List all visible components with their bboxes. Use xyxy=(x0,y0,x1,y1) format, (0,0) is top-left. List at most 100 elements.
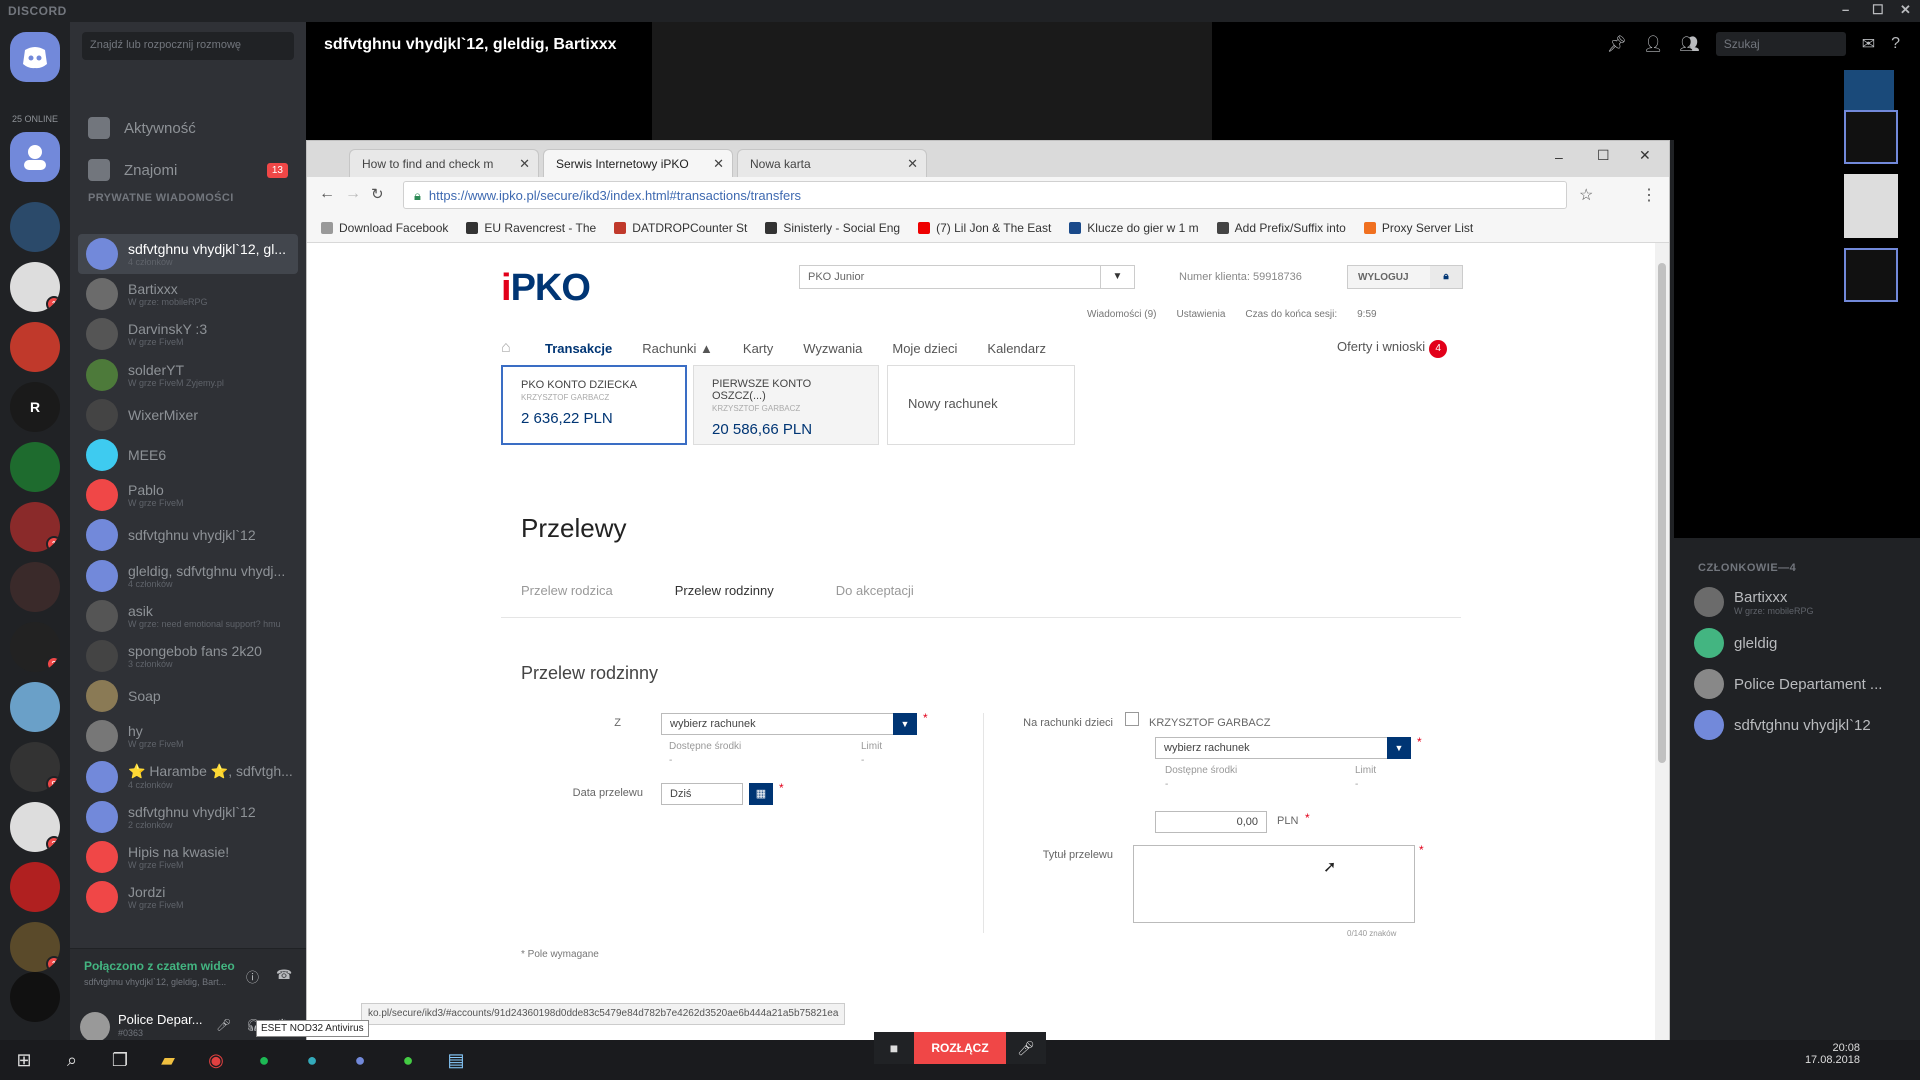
dm-item[interactable]: sdfvtghnu vhydjkl`12, gl... 4 członków xyxy=(78,234,298,274)
maximize-icon[interactable]: ☐ xyxy=(1872,2,1884,18)
browser-tab-active[interactable]: Serwis Internetowy iPKO ✕ xyxy=(543,149,733,177)
messages-link[interactable]: Wiadomości (9) xyxy=(1087,309,1156,320)
dm-item[interactable]: DarvinskY :3 W grze FiveM xyxy=(78,314,298,354)
settings-link[interactable]: Ustawienia xyxy=(1176,309,1225,320)
chevron-down-icon[interactable]: ▼ xyxy=(893,713,917,735)
browser-tab[interactable]: Nowa karta ✕ xyxy=(737,149,927,177)
address-bar[interactable]: 🔒︎ https://www.ipko.pl/secure/ikd3/index.… xyxy=(403,181,1567,209)
dm-item[interactable]: WixerMixer xyxy=(78,395,298,435)
ipko-logo[interactable]: iPKO xyxy=(501,267,591,310)
logout-button[interactable]: WYLOGUJ 🔒︎ xyxy=(1347,265,1463,289)
help-icon[interactable]: ? xyxy=(1891,35,1900,53)
bookmark-item[interactable]: DATDROPCounter St xyxy=(614,221,747,235)
server-icon[interactable]: 2 xyxy=(10,802,60,852)
dm-item[interactable]: Bartixxx W grze: mobileRPG xyxy=(78,274,298,314)
to-account-select[interactable]: wybierz rachunek ▼ xyxy=(1155,737,1411,759)
minimize-icon[interactable]: – xyxy=(1842,2,1849,17)
close-icon[interactable]: ✕ xyxy=(907,156,918,172)
dm-item[interactable]: Jordzi W grze FiveM xyxy=(78,877,298,917)
server-icon[interactable] xyxy=(10,322,60,372)
nav-transactions[interactable]: Transakcje xyxy=(545,341,612,356)
camera-icon[interactable] xyxy=(1844,248,1898,302)
server-icon[interactable]: 8 xyxy=(10,742,60,792)
microphone-icon[interactable]: 🎤︎ xyxy=(216,1018,231,1032)
dm-item[interactable]: ⭐ Harambe ⭐, sdfvtgh... 4 członków xyxy=(78,757,298,797)
from-account-select[interactable]: wybierz rachunek ▼ xyxy=(661,713,917,735)
chevron-down-icon[interactable]: ▼ xyxy=(1100,266,1134,288)
amount-input[interactable]: 0,00 xyxy=(1155,811,1267,833)
tab-parent-transfer[interactable]: Przelew rodzica xyxy=(521,583,613,598)
reload-icon[interactable]: ↻ xyxy=(371,185,384,203)
browser-tab[interactable]: How to find and check m ✕ xyxy=(349,149,539,177)
nav-accounts[interactable]: Rachunki ▲ xyxy=(642,341,713,356)
server-icon[interactable]: 2 xyxy=(10,622,60,672)
close-icon[interactable]: ✕ xyxy=(1900,2,1911,18)
member-item[interactable]: sdfvtghnu vhydjkl`12 xyxy=(1694,707,1871,743)
server-icon[interactable] xyxy=(10,972,60,1022)
avatar[interactable] xyxy=(80,1012,110,1042)
file-explorer-icon[interactable]: ▰ xyxy=(144,1040,192,1080)
bookmark-item[interactable]: Klucze do gier w 1 m xyxy=(1069,221,1199,235)
server-icon[interactable]: 1 xyxy=(10,262,60,312)
account-card[interactable]: PKO KONTO DZIECKA KRZYSZTOF GARBACZ 2 63… xyxy=(501,365,687,445)
nav-cards[interactable]: Karty xyxy=(743,341,773,356)
server-icon[interactable] xyxy=(10,562,60,612)
bookmark-item[interactable]: Add Prefix/Suffix into xyxy=(1216,221,1346,235)
dm-item[interactable]: MEE6 xyxy=(78,435,298,475)
tab-family-transfer[interactable]: Przelew rodzinny xyxy=(675,583,774,598)
friends-icon[interactable] xyxy=(10,132,60,182)
member-item[interactable]: Bartixxx W grze: mobileRPG xyxy=(1694,584,1814,620)
bookmark-item[interactable]: Proxy Server List xyxy=(1363,221,1473,235)
date-input[interactable]: Dziś xyxy=(661,783,743,805)
search-input[interactable]: Znajdź lub rozpocznij rozmowę xyxy=(82,32,294,60)
search-input[interactable]: Szukaj xyxy=(1715,32,1846,56)
tab-to-accept[interactable]: Do akceptacji xyxy=(836,583,914,598)
server-icon[interactable] xyxy=(10,682,60,732)
disconnect-icon[interactable]: ☎ xyxy=(276,967,292,983)
bookmark-item[interactable]: Download Facebook xyxy=(321,221,448,235)
server-icon[interactable]: 1 xyxy=(10,922,60,972)
nav-activity[interactable]: Aktywność xyxy=(82,110,294,146)
bookmark-item[interactable]: (7) Lil Jon & The East xyxy=(918,221,1051,235)
user-video-tile[interactable] xyxy=(1844,174,1898,238)
menu-icon[interactable]: ⋮ xyxy=(1641,185,1657,205)
inbox-icon[interactable]: ✉ xyxy=(1862,34,1875,54)
back-icon[interactable]: ← xyxy=(319,185,335,203)
star-icon[interactable]: ☆ xyxy=(1579,185,1593,205)
dm-item[interactable]: Soap xyxy=(78,676,298,716)
discord-icon[interactable]: ● xyxy=(336,1040,384,1080)
server-icon[interactable]: 1 xyxy=(10,502,60,552)
pin-icon[interactable]: 📌︎ xyxy=(1607,34,1627,54)
microphone-icon[interactable]: 🎤︎ xyxy=(1006,1032,1046,1064)
forward-icon[interactable]: → xyxy=(345,185,361,203)
chevron-down-icon[interactable]: ▼ xyxy=(1387,737,1411,759)
scrollbar-thumb[interactable] xyxy=(1658,263,1666,763)
task-view-icon[interactable]: ❐ xyxy=(96,1040,144,1080)
server-icon[interactable]: R xyxy=(10,382,60,432)
member-item[interactable]: gleldig xyxy=(1694,625,1777,661)
camera-icon[interactable] xyxy=(1844,110,1898,164)
member-item[interactable]: Police Departament ... xyxy=(1694,666,1882,702)
info-icon[interactable]: ⓘ xyxy=(246,967,259,986)
chrome-icon[interactable]: ◉ xyxy=(192,1040,240,1080)
dm-item[interactable]: hy W grze FiveM xyxy=(78,716,298,756)
transfer-title-textarea[interactable] xyxy=(1133,845,1415,923)
server-icon[interactable] xyxy=(10,202,60,252)
system-clock[interactable]: 20:08 17.08.2018 xyxy=(1805,1042,1860,1066)
video-tile[interactable] xyxy=(1844,70,1894,114)
calendar-icon[interactable]: ▦ xyxy=(749,783,773,805)
bookmark-item[interactable]: Sinisterly - Social Eng xyxy=(765,221,900,235)
discord-home-icon[interactable] xyxy=(10,32,60,82)
close-icon[interactable]: ✕ xyxy=(519,156,530,172)
dm-item[interactable]: spongebob fans 2k20 3 członków xyxy=(78,636,298,676)
dm-item[interactable]: gleldig, sdfvtghnu vhydj... 4 członków xyxy=(78,556,298,596)
windows-start-icon[interactable]: ⊞ xyxy=(0,1040,48,1080)
nav-challenges[interactable]: Wyzwania xyxy=(803,341,862,356)
dm-item[interactable]: Hipis na kwasie! W grze FiveM xyxy=(78,837,298,877)
search-icon[interactable]: ⌕ xyxy=(48,1040,96,1080)
dm-item[interactable]: sdfvtghnu vhydjkl`12 xyxy=(78,515,298,555)
account-card[interactable]: PIERWSZE KONTO OSZCZ(...) KRZYSZTOF GARB… xyxy=(693,365,879,445)
dm-item[interactable]: Pablo W grze FiveM xyxy=(78,475,298,515)
close-icon[interactable]: ✕ xyxy=(1639,147,1651,164)
dm-item[interactable]: solderYT W grze FiveM Zyjemy.pl xyxy=(78,355,298,395)
